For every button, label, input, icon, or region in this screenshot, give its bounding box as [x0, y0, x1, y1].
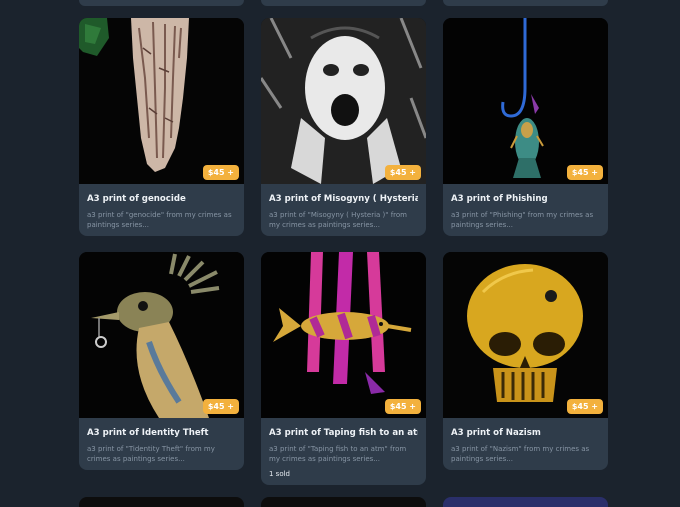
next-row-card[interactable] — [79, 497, 244, 507]
next-row-card[interactable] — [261, 497, 426, 507]
sold-count: 1 sold — [269, 470, 290, 478]
identity-theft-artwork[interactable]: $45 + — [79, 252, 244, 418]
product-title[interactable]: A3 print of Identity Theft — [87, 428, 236, 438]
product-title[interactable]: A3 print of Misogyny ( Hysteria ) — [269, 194, 418, 204]
product-card-phishing[interactable]: $45 + A3 print of Phishing a3 print of "… — [443, 18, 608, 236]
nazism-artwork[interactable]: $45 + — [443, 252, 608, 418]
product-grid: $45 + A3 print of genocide a3 print of "… — [79, 18, 608, 485]
product-description: a3 print of "genocide" from my crimes as… — [87, 211, 232, 229]
price-badge: $45 + — [566, 165, 603, 180]
misogyny-artwork[interactable]: $45 + — [261, 18, 426, 184]
genocide-artwork[interactable]: $45 + — [79, 18, 244, 184]
product-title[interactable]: A3 print of Taping fish to an atm — [269, 428, 418, 438]
taping-fish-artwork[interactable]: $45 + — [261, 252, 426, 418]
product-card-misogyny[interactable]: $45 + A3 print of Misogyny ( Hysteria ) … — [261, 18, 426, 236]
product-title[interactable]: A3 print of genocide — [87, 194, 236, 204]
price-badge: $45 + — [566, 399, 603, 414]
price-badge: $45 + — [384, 399, 421, 414]
product-description: a3 print of "Phishing" from my crimes as… — [451, 211, 594, 229]
product-description: a3 print of "Tidentity Theft" from my cr… — [87, 445, 215, 463]
product-title[interactable]: A3 print of Nazism — [451, 428, 600, 438]
product-description: a3 print of "Nazism" from my crimes as p… — [451, 445, 590, 463]
product-title[interactable]: A3 print of Phishing — [451, 194, 600, 204]
product-card-identity-theft[interactable]: $45 + A3 print of Identity Theft a3 prin… — [79, 252, 244, 470]
price-badge: $45 + — [202, 399, 239, 414]
price-badge: $45 + — [202, 165, 239, 180]
product-description: a3 print of "Misogyny ( Hysteria )" from… — [269, 211, 408, 229]
product-card-nazism[interactable]: $45 + A3 print of Nazism a3 print of "Na… — [443, 252, 608, 470]
previous-row-card[interactable] — [261, 0, 426, 6]
price-badge: $45 + — [384, 165, 421, 180]
next-row-card[interactable] — [443, 497, 608, 507]
previous-row-card[interactable] — [79, 0, 244, 6]
product-card-genocide[interactable]: $45 + A3 print of genocide a3 print of "… — [79, 18, 244, 236]
product-card-taping-fish[interactable]: $45 + A3 print of Taping fish to an atm … — [261, 252, 426, 485]
phishing-artwork[interactable]: $45 + — [443, 18, 608, 184]
product-description: a3 print of "Taping fish to an atm" from… — [269, 445, 407, 463]
previous-row-card[interactable] — [443, 0, 608, 6]
